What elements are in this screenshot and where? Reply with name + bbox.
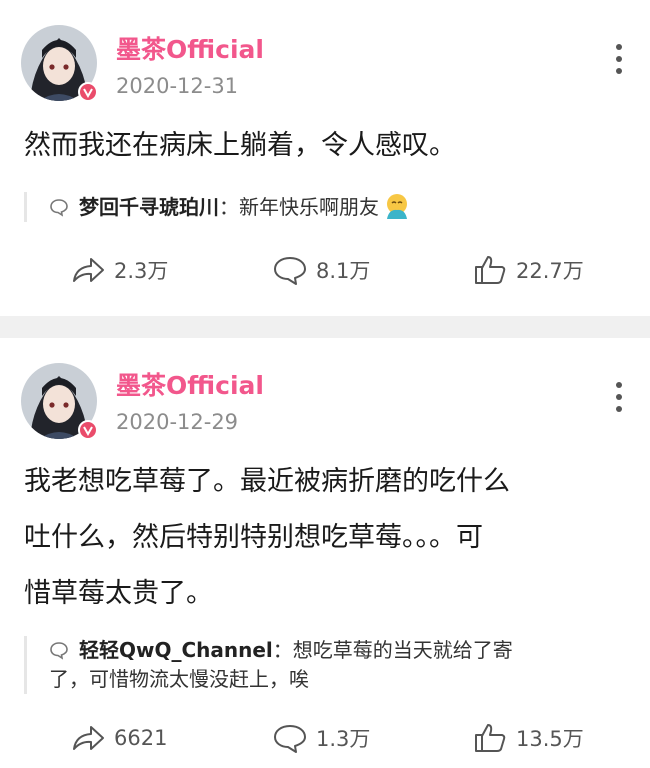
emoji-icon xyxy=(387,194,407,219)
action-bar: 6621 1.3万 13.5万 xyxy=(0,722,650,762)
post-card: 墨茶Official 2020-12-29 我老想吃草莓了。最近被病折磨的吃什么… xyxy=(0,338,650,768)
like-count: 22.7万 xyxy=(516,259,584,283)
like-icon xyxy=(475,256,506,284)
comment-bubble-icon xyxy=(50,642,68,660)
comment-author[interactable]: 梦回千寻琥珀川 xyxy=(79,195,219,219)
more-icon[interactable] xyxy=(614,382,624,412)
post-content: 然而我还在病床上躺着，令人感叹。 xyxy=(24,130,456,161)
like-count: 13.5万 xyxy=(516,727,584,751)
comment-count: 1.3万 xyxy=(316,727,371,751)
comment-separator: ： xyxy=(219,195,239,219)
share-button[interactable]: 6621 xyxy=(70,722,167,754)
post-date: 2020-12-31 xyxy=(116,74,239,98)
avatar[interactable] xyxy=(20,362,98,440)
like-button[interactable]: 22.7万 xyxy=(472,254,584,286)
comment-bubble-icon xyxy=(50,199,68,217)
avatar[interactable] xyxy=(20,24,98,102)
share-count: 2.3万 xyxy=(114,259,169,283)
share-icon xyxy=(73,726,104,750)
comment-count: 8.1万 xyxy=(316,259,371,283)
comment-author[interactable]: 轻轻QwQ_Channel xyxy=(79,638,273,662)
post-card: 墨茶Official 2020-12-31 然而我还在病床上躺着，令人感叹。 梦… xyxy=(0,0,650,316)
comment-text: 想吃草莓的当天就给了寄 xyxy=(292,638,513,662)
comment-text: 了，可惜物流太慢没赶上，唉 xyxy=(49,667,309,691)
username[interactable]: 墨茶Official xyxy=(116,30,264,66)
post-date: 2020-12-29 xyxy=(116,410,239,434)
share-count: 6621 xyxy=(114,726,168,750)
comment-text: 新年快乐啊朋友 xyxy=(239,195,379,219)
post-content-line: 我老想吃草莓了。最近被病折磨的吃什么 xyxy=(24,466,510,497)
username[interactable]: 墨茶Official xyxy=(116,366,264,402)
comment-icon xyxy=(274,725,306,753)
vip-badge-icon xyxy=(78,420,98,440)
post-content-line: 吐什么，然后特别特别想吃草莓。。。可 xyxy=(24,522,483,553)
feed: 墨茶Official 2020-12-31 然而我还在病床上躺着，令人感叹。 梦… xyxy=(0,0,650,768)
post-content: 我老想吃草莓了。最近被病折磨的吃什么 吐什么，然后特别特别想吃草莓。。。可 惜草… xyxy=(24,460,626,628)
comment-button[interactable]: 1.3万 xyxy=(272,722,370,754)
post-content-line: 惜草莓太贵了。 xyxy=(24,578,213,609)
post-separator xyxy=(0,316,650,338)
comment-button[interactable]: 8.1万 xyxy=(272,254,370,286)
comment-icon xyxy=(274,257,306,285)
vip-badge-icon xyxy=(78,82,98,102)
like-icon xyxy=(475,724,506,752)
share-icon xyxy=(73,258,104,282)
hot-comment[interactable]: 梦回千寻琥珀川：新年快乐啊朋友 xyxy=(24,192,620,222)
more-icon[interactable] xyxy=(614,44,624,74)
share-button[interactable]: 2.3万 xyxy=(70,254,168,286)
like-button[interactable]: 13.5万 xyxy=(472,722,584,754)
action-bar: 2.3万 8.1万 22.7万 xyxy=(0,254,650,294)
comment-separator: ： xyxy=(272,638,293,662)
hot-comment[interactable]: 轻轻QwQ_Channel：想吃草莓的当天就给了寄 了，可惜物流太慢没赶上，唉 xyxy=(24,636,620,694)
